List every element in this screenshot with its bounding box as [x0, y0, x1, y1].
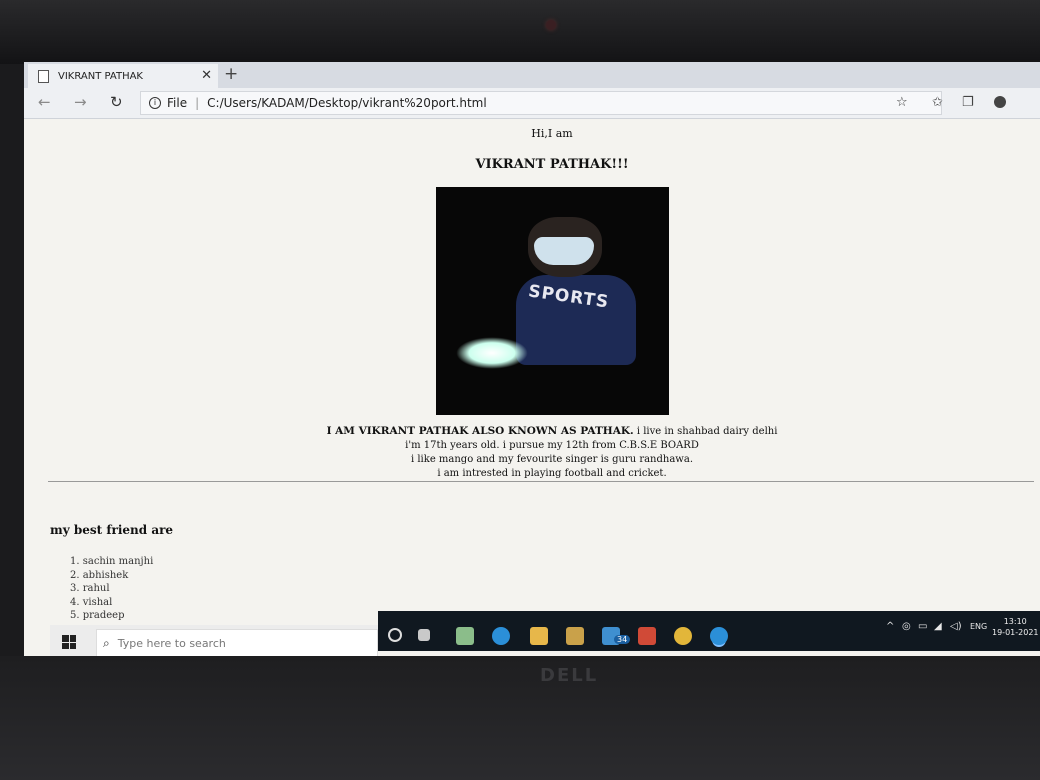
chevron-up-icon[interactable]: ^ [886, 621, 894, 632]
close-tab-icon[interactable]: ✕ [201, 68, 212, 83]
star-icon[interactable]: ☆ [896, 95, 908, 110]
file-explorer-icon[interactable] [530, 627, 548, 645]
search-input[interactable]: ⌕ Type here to search [96, 629, 378, 656]
search-icon: ⌕ [103, 636, 110, 650]
url-text[interactable]: C:/Users/KADAM/Desktop/vikrant%20port.ht… [207, 96, 487, 110]
mask-shape [534, 237, 594, 265]
taskbar: ⌕ Type here to search 34 ^ ◎ ▭ ◢ ◁) ENG … [24, 605, 1040, 656]
tab-vikrant-pathak[interactable]: VIKRANT PATHAK ✕ [28, 64, 218, 88]
store-icon[interactable] [566, 627, 584, 645]
favorites-icon[interactable]: ✩ [932, 95, 943, 110]
volume-icon[interactable]: ◁) [950, 621, 962, 632]
edge-icon[interactable] [492, 627, 510, 645]
windows-icon[interactable] [62, 635, 76, 649]
photos-icon[interactable] [456, 627, 474, 645]
bio-line-4: i am intrested in playing football and c… [437, 468, 667, 479]
bio-block: I AM VIKRANT PATHAK ALSO KNOWN AS PATHAK… [24, 424, 1040, 481]
screen: VIKRANT PATHAK ✕ + ← → ↻ i File | C:/Use… [24, 62, 1040, 656]
document-icon [38, 69, 49, 83]
page-content: Hi,I am VIKRANT PATHAK!!! SPORTS I AM VI… [24, 119, 1040, 621]
dell-logo: DELL [540, 665, 599, 686]
edge-active-icon[interactable] [710, 627, 728, 645]
list-item: 3. rahul [70, 583, 110, 594]
bio-lead: I AM VIKRANT PATHAK ALSO KNOWN AS PATHAK… [326, 425, 634, 437]
new-tab-button[interactable]: + [224, 64, 238, 84]
tab-title: VIKRANT PATHAK [58, 70, 143, 82]
clock[interactable]: 13:10 19-01-2021 [992, 616, 1039, 638]
search-placeholder: Type here to search [117, 637, 226, 650]
task-view-icon[interactable] [418, 629, 430, 641]
mail-badge: 34 [614, 635, 631, 644]
collections-icon[interactable]: ❐ [962, 95, 974, 110]
address-separator: | [195, 96, 200, 110]
profile-icon[interactable] [994, 96, 1006, 108]
bio-line-2: i'm 17th years old. i pursue my 12th fro… [405, 440, 699, 451]
monitor-bezel-bottom [0, 656, 1040, 780]
webcam-icon [546, 20, 556, 30]
info-icon[interactable]: i [149, 97, 161, 109]
language-indicator[interactable]: ENG [970, 622, 987, 631]
list-item: 2. abhishek [70, 569, 129, 581]
bio-line-1: I AM VIKRANT PATHAK ALSO KNOWN AS PATHAK… [24, 424, 1040, 439]
friends-heading: my best friend are [50, 523, 174, 537]
wifi-icon[interactable]: ◢ [934, 621, 942, 632]
tab-bar: VIKRANT PATHAK ✕ + [24, 62, 1040, 88]
clock-date: 19-01-2021 [992, 628, 1039, 637]
refresh-button[interactable]: ↻ [110, 93, 123, 111]
chrome-icon[interactable] [674, 627, 692, 645]
address-bar[interactable]: i File | C:/Users/KADAM/Desktop/vikrant%… [140, 91, 942, 115]
monitor-bezel-top [0, 0, 1040, 64]
greeting-text: Hi,I am [531, 127, 573, 140]
phone-glow [456, 337, 528, 369]
profile-photo: SPORTS [436, 187, 669, 415]
back-button[interactable]: ← [38, 93, 51, 111]
address-bar-row: ← → ↻ i File | C:/Users/KADAM/Desktop/vi… [24, 88, 1040, 119]
cortana-icon[interactable] [388, 628, 402, 642]
onedrive-icon[interactable]: ◎ [902, 621, 911, 632]
file-label: File [167, 96, 188, 110]
bio-line-3: i like mango and my fevourite singer is … [410, 454, 694, 465]
powerpoint-icon[interactable] [638, 627, 656, 645]
clock-time: 13:10 [1003, 617, 1027, 626]
list-item: 1. sachin manjhi [70, 556, 154, 567]
page-title: VIKRANT PATHAK!!! [475, 157, 629, 172]
horizontal-rule [48, 481, 1034, 482]
bio-line-1-rest: i live in shahbad dairy delhi [633, 426, 778, 437]
taskbar-apps: 34 ^ ◎ ▭ ◢ ◁) ENG 13:10 19-01-2021 ▢ [378, 611, 1040, 651]
forward-button[interactable]: → [74, 93, 87, 111]
battery-icon[interactable]: ▭ [918, 621, 927, 632]
